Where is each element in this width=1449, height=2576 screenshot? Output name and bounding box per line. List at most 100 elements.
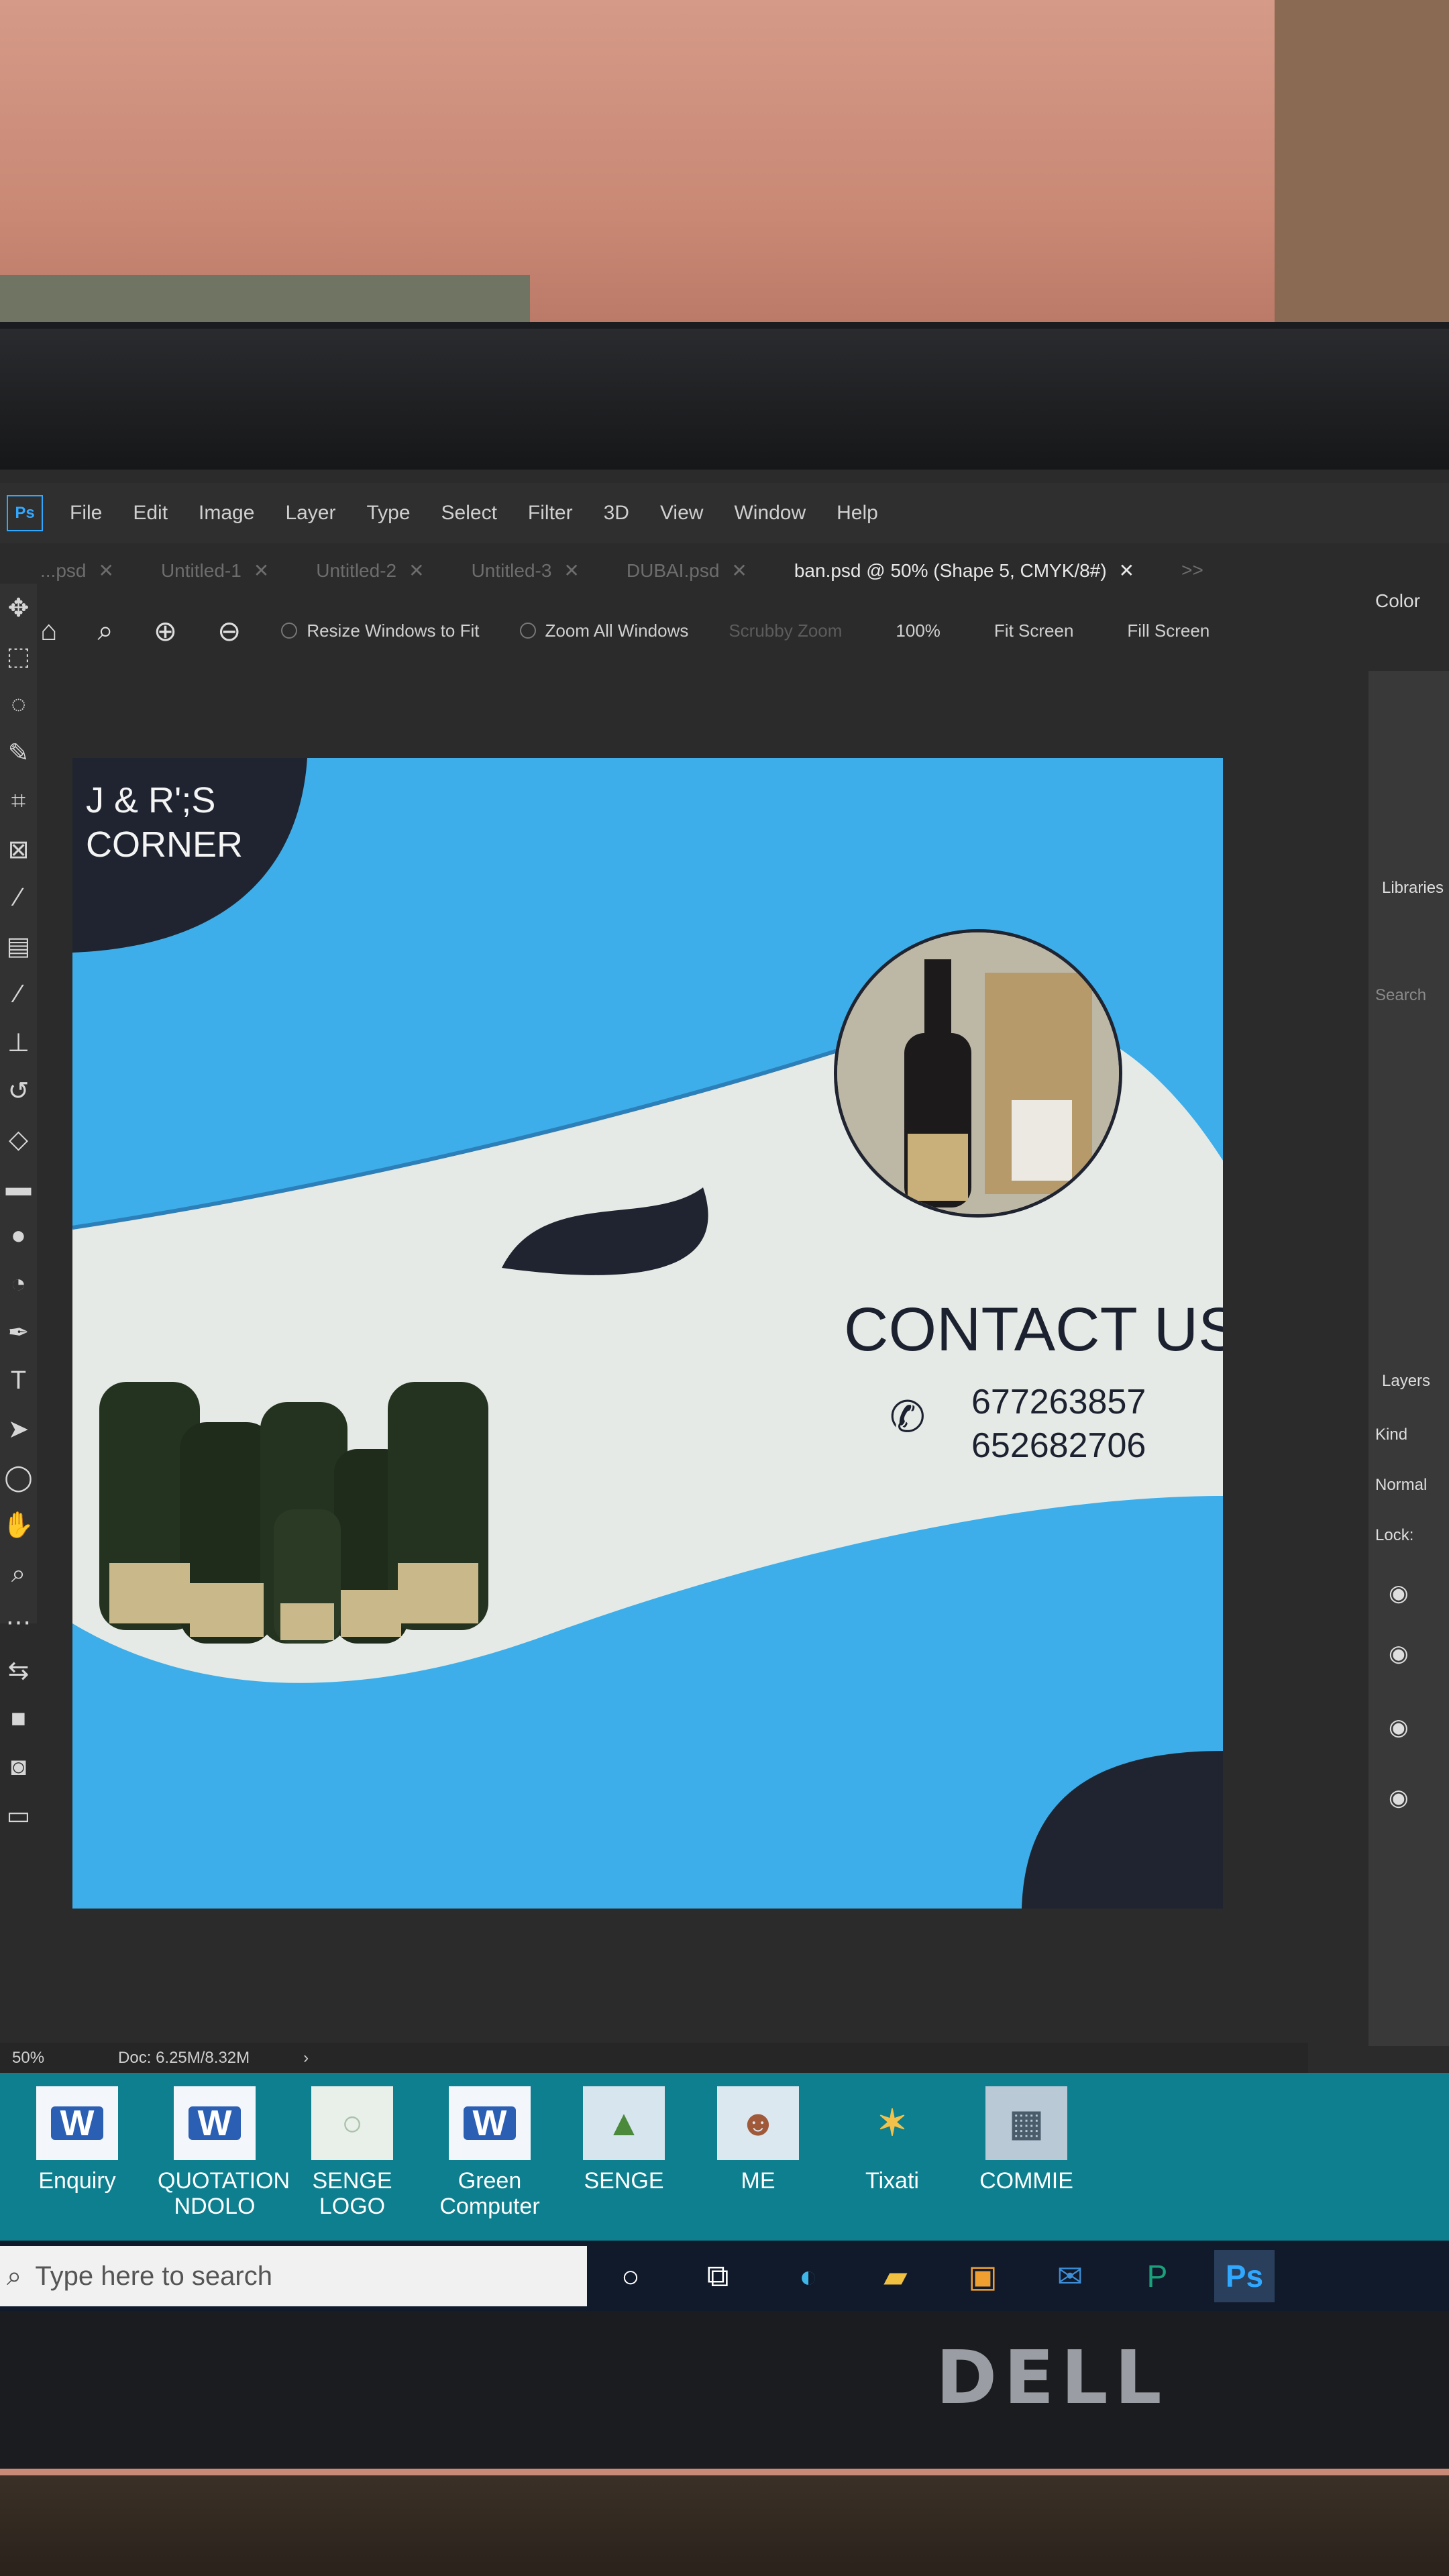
desktop-icon-label: QUOTATION NDOLO xyxy=(158,2168,290,2219)
close-icon[interactable]: ✕ xyxy=(564,560,579,581)
desktop-icon-me[interactable]: ☻ ME xyxy=(701,2086,815,2194)
taskbar-search-box[interactable]: ⌕ Type here to search xyxy=(0,2246,587,2306)
menu-window[interactable]: Window xyxy=(734,502,806,525)
path-select-tool-icon[interactable]: ➤ xyxy=(0,1405,37,1453)
blend-mode-select[interactable]: Normal xyxy=(1375,1476,1427,1495)
shape-tool-icon[interactable]: ◯ xyxy=(0,1453,37,1501)
history-brush-icon[interactable]: ↺ xyxy=(0,1067,37,1115)
marquee-tool-icon[interactable]: ⬚ xyxy=(0,632,37,680)
swap-colors-icon[interactable]: ⇆ xyxy=(0,1646,37,1695)
foreground-color-swatch[interactable]: ■ xyxy=(0,1695,37,1743)
cortana-icon[interactable]: ○ xyxy=(600,2250,661,2302)
wine-photo-art xyxy=(837,932,1119,1214)
menu-image[interactable]: Image xyxy=(199,502,254,525)
zoom-tool-icon[interactable]: ⌕ xyxy=(97,614,113,647)
task-view-icon[interactable]: ⧉ xyxy=(688,2250,748,2302)
eraser-tool-icon[interactable]: ◇ xyxy=(0,1115,37,1163)
zoom-tool-icon[interactable]: ⌕ xyxy=(0,1550,37,1598)
zoom-out-icon[interactable]: ⊖ xyxy=(217,614,241,647)
libraries-search-input[interactable]: Search xyxy=(1375,986,1426,1005)
stamp-tool-icon[interactable]: ⊥ xyxy=(0,1018,37,1067)
menu-file[interactable]: File xyxy=(70,502,102,525)
document-canvas[interactable]: J & R';S CORNER CONTACT US ✆ 677263857 6… xyxy=(72,758,1223,1909)
scrubby-zoom-checkbox[interactable]: Scrubby Zoom xyxy=(729,621,842,641)
libraries-panel-tab[interactable]: Libraries xyxy=(1382,879,1444,898)
menu-3d[interactable]: 3D xyxy=(604,502,629,525)
menu-select[interactable]: Select xyxy=(441,502,497,525)
desktop-icon-label: COMMIE xyxy=(979,2168,1073,2194)
desktop-icon-commie[interactable]: ▦ COMMIE xyxy=(969,2086,1083,2194)
brush-tool-icon[interactable]: ∕ xyxy=(0,970,37,1018)
visibility-eye-icon[interactable]: ◉ xyxy=(1389,1640,1409,1667)
tab-label: Untitled-3 xyxy=(471,559,552,581)
photoshop-taskbar-icon[interactable]: Ps xyxy=(1214,2250,1275,2302)
more-tools-icon[interactable]: ⋯ xyxy=(0,1598,37,1646)
tab-untitled-2[interactable]: Untitled-2 ✕ xyxy=(316,559,424,582)
dodge-tool-icon[interactable]: ◔ xyxy=(0,1260,37,1308)
crop-tool-icon[interactable]: ⌗ xyxy=(0,777,37,825)
tab-dubai[interactable]: DUBAI.psd ✕ xyxy=(627,559,747,582)
close-icon[interactable]: ✕ xyxy=(731,560,747,581)
quick-select-tool-icon[interactable]: ✎ xyxy=(0,729,37,777)
phone-icon: ✆ xyxy=(890,1393,926,1441)
layer-kind-filter[interactable]: Kind xyxy=(1375,1426,1407,1444)
menu-view[interactable]: View xyxy=(660,502,703,525)
menu-type[interactable]: Type xyxy=(366,502,410,525)
publisher-icon[interactable]: P xyxy=(1127,2250,1187,2302)
photoshop-logo[interactable]: Ps xyxy=(7,495,43,531)
tabs-overflow-button[interactable]: >> xyxy=(1181,559,1203,581)
desktop-icon-enquiry[interactable]: W Enquiry xyxy=(20,2086,134,2194)
file-explorer-icon[interactable]: ▰ xyxy=(865,2250,926,2302)
visibility-eye-icon[interactable]: ◉ xyxy=(1389,1580,1409,1607)
lasso-tool-icon[interactable]: ◌ xyxy=(0,680,37,729)
eyedropper-tool-icon[interactable]: ⁄ xyxy=(0,873,37,922)
zoom-level[interactable]: 50% xyxy=(12,2049,44,2068)
desktop-icon-green-computer[interactable]: W Green Computer xyxy=(433,2086,547,2219)
visibility-eye-icon[interactable]: ◉ xyxy=(1389,1784,1409,1811)
lock-label: Lock: xyxy=(1375,1526,1414,1544)
tab-untitled-3[interactable]: Untitled-3 ✕ xyxy=(472,559,580,582)
wine-bottle-photo xyxy=(834,929,1122,1218)
menu-filter[interactable]: Filter xyxy=(528,502,573,525)
menu-help[interactable]: Help xyxy=(837,502,878,525)
edge-icon[interactable]: ◐ xyxy=(778,2250,839,2302)
menu-layer[interactable]: Layer xyxy=(285,502,335,525)
zoom-in-icon[interactable]: ⊕ xyxy=(154,614,177,647)
chevron-right-icon[interactable]: › xyxy=(303,2049,309,2068)
tab-doc-0[interactable]: ...psd ✕ xyxy=(40,559,114,582)
desktop-icon-senge[interactable]: ▲ SENGE xyxy=(567,2086,681,2194)
desktop-icon-tixati[interactable]: ✶ Tixati xyxy=(835,2086,949,2194)
close-icon[interactable]: ✕ xyxy=(98,560,113,581)
fill-screen-button[interactable]: Fill Screen xyxy=(1127,621,1210,641)
healing-tool-icon[interactable]: ▤ xyxy=(0,922,37,970)
mail-icon[interactable]: ✉ xyxy=(1040,2250,1100,2302)
screen-mode-icon[interactable]: ▭ xyxy=(0,1791,37,1839)
zoom-all-checkbox[interactable]: Zoom All Windows xyxy=(519,621,688,641)
visibility-eye-icon[interactable]: ◉ xyxy=(1389,1714,1409,1741)
desktop-icon-senge-logo[interactable]: ○ SENGE LOGO xyxy=(295,2086,409,2219)
color-panel-tab[interactable]: Color xyxy=(1375,590,1420,612)
blur-tool-icon[interactable]: ● xyxy=(0,1212,37,1260)
desktop-icon-quotation[interactable]: W QUOTATION NDOLO xyxy=(158,2086,290,2219)
home-icon[interactable]: ⌂ xyxy=(40,614,57,647)
type-tool-icon[interactable]: T xyxy=(0,1356,37,1405)
resize-windows-checkbox[interactable]: Resize Windows to Fit xyxy=(281,620,480,641)
brand-line-1: J & R';S xyxy=(86,780,216,820)
quick-mask-icon[interactable]: ◙ xyxy=(0,1743,37,1791)
frame-tool-icon[interactable]: ⊠ xyxy=(0,825,37,873)
close-icon[interactable]: ✕ xyxy=(1119,560,1134,581)
tab-untitled-1[interactable]: Untitled-1 ✕ xyxy=(161,559,269,582)
close-icon[interactable]: ✕ xyxy=(409,560,424,581)
tab-ban-active[interactable]: ban.psd @ 50% (Shape 5, CMYK/8#) ✕ xyxy=(794,559,1134,582)
fit-screen-button[interactable]: Fit Screen xyxy=(994,621,1074,641)
pen-tool-icon[interactable]: ✒ xyxy=(0,1308,37,1356)
hand-tool-icon[interactable]: ✋ xyxy=(0,1501,37,1550)
checkbox-label: Resize Windows to Fit xyxy=(307,620,480,641)
menu-edit[interactable]: Edit xyxy=(133,502,168,525)
gradient-tool-icon[interactable]: ▬ xyxy=(0,1163,37,1212)
close-icon[interactable]: ✕ xyxy=(254,560,269,581)
move-tool-icon[interactable]: ✥ xyxy=(0,584,37,632)
store-icon[interactable]: ▣ xyxy=(953,2250,1013,2302)
layers-panel-tab[interactable]: Layers xyxy=(1382,1372,1430,1391)
zoom-100-button[interactable]: 100% xyxy=(896,621,941,641)
